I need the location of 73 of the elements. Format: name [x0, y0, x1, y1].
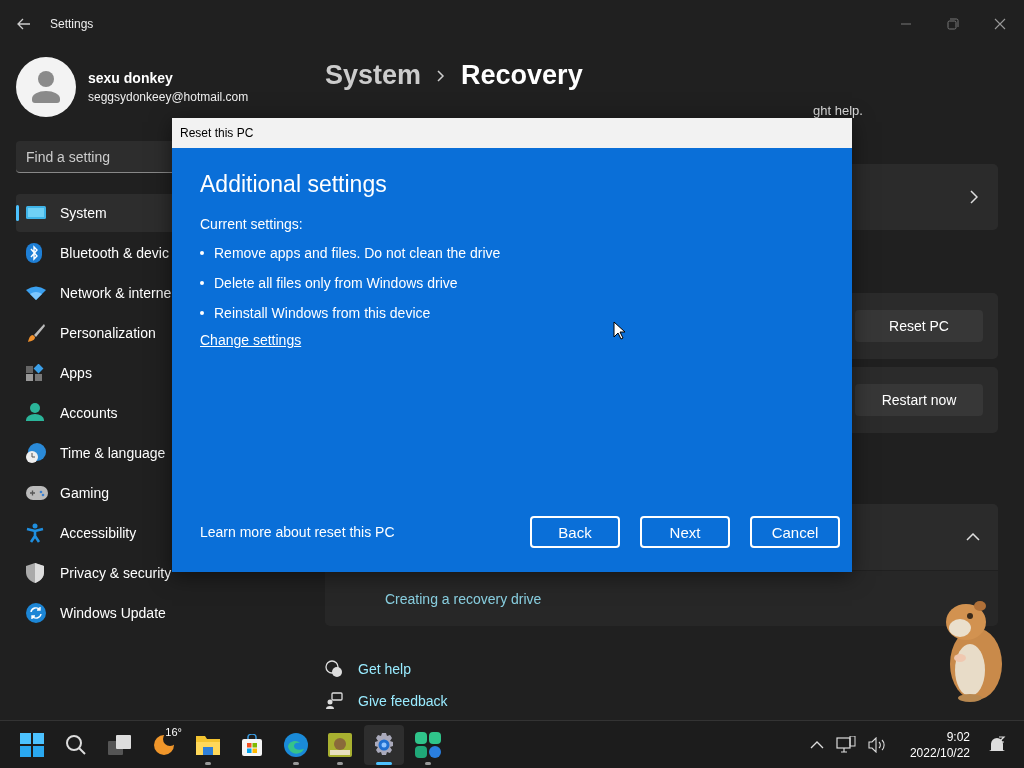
- taskbar-button[interactable]: 16°: [144, 724, 184, 765]
- chevron-right-icon: [970, 190, 978, 204]
- cursor-icon: [613, 321, 625, 340]
- windows-logo-icon: [20, 732, 44, 757]
- clock-time[interactable]: 9:02: [946, 728, 970, 745]
- wave-logo-icon: [284, 732, 308, 757]
- user-name: sexu donkey: [88, 70, 174, 86]
- card-button[interactable]: Reset PC: [855, 310, 983, 342]
- current-settings-label: Current settings:: [200, 216, 303, 232]
- running-indicator: [337, 761, 343, 765]
- wifi-icon: [26, 286, 46, 300]
- help-chat-icon: [325, 660, 343, 678]
- dialog-button[interactable]: Cancel: [750, 516, 840, 548]
- nav-item[interactable]: Time & language: [16, 434, 310, 472]
- clover-icon: [415, 731, 441, 758]
- task-view-icon: [108, 733, 132, 756]
- person-icon: [26, 403, 44, 423]
- chevron-up-icon[interactable]: [809, 740, 824, 749]
- maximize-icon[interactable]: [947, 18, 959, 30]
- network-monitor-icon[interactable]: [835, 735, 856, 754]
- globe-clock-icon: [26, 443, 46, 463]
- bullet-dot: [200, 281, 204, 285]
- page-description: ght help.: [813, 103, 863, 118]
- nav-item[interactable]: Accounts: [16, 394, 310, 432]
- volume-icon[interactable]: [867, 736, 888, 753]
- game-tile-icon: [328, 732, 352, 757]
- gamepad-icon: [26, 486, 48, 500]
- bullet-dot: [200, 251, 204, 255]
- dialog-title: Reset this PC: [180, 126, 254, 140]
- learn-more-link[interactable]: Learn more about reset this PC: [200, 524, 395, 540]
- nav-item[interactable]: Apps: [16, 354, 310, 392]
- feedback-icon: [325, 692, 343, 710]
- bluetooth-icon: [26, 243, 42, 263]
- recovery-drive-link[interactable]: Creating a recovery drive: [385, 590, 542, 607]
- setting-summary: Reinstall Windows from this device: [214, 305, 431, 321]
- settings-icon: [372, 732, 396, 757]
- running-indicator: [293, 761, 299, 765]
- setting-summary: Delete all files only from Windows drive: [214, 275, 458, 291]
- nav-item[interactable]: Gaming: [16, 474, 310, 512]
- chevron-right-icon: [437, 69, 446, 82]
- taskbar-button[interactable]: [364, 724, 404, 765]
- bullet-dot: [200, 311, 204, 315]
- running-indicator: [205, 761, 211, 765]
- running-indicator: [376, 761, 392, 765]
- dialog-button[interactable]: Back: [530, 516, 620, 548]
- folder-icon: [196, 733, 220, 756]
- clock-date[interactable]: 2022/10/22: [909, 744, 970, 761]
- store-bag-icon: [241, 733, 263, 756]
- dialog-button[interactable]: Next: [640, 516, 730, 548]
- setting-summary: Remove apps and files. Do not clean the drive: [214, 245, 501, 261]
- shield-icon: [26, 563, 44, 583]
- running-indicator: [425, 761, 431, 765]
- avatar-icon: [16, 57, 76, 117]
- temperature-label: 16°: [165, 725, 182, 738]
- window-title: Settings: [50, 17, 94, 31]
- close-icon[interactable]: [994, 18, 1006, 30]
- help-link[interactable]: Get help: [358, 661, 411, 677]
- monitor-icon: [26, 205, 46, 221]
- notification-bell-icon[interactable]: [988, 735, 1006, 754]
- nav-item[interactable]: Windows Update: [16, 594, 310, 632]
- accessibility-icon: [26, 523, 44, 543]
- nav-item[interactable]: Privacy & security: [16, 554, 310, 592]
- page-title: Recovery: [461, 60, 583, 91]
- breadcrumb-parent[interactable]: System: [325, 60, 422, 91]
- change-settings-link[interactable]: Change settings: [200, 332, 302, 348]
- brush-icon: [26, 323, 46, 343]
- card-button[interactable]: Restart now: [855, 384, 983, 416]
- search-icon: [65, 733, 87, 756]
- user-email: seggsydonkeey@hotmail.com: [88, 90, 249, 104]
- help-link[interactable]: Give feedback: [358, 693, 448, 709]
- back-arrow-icon[interactable]: [17, 18, 31, 30]
- apps-icon: [26, 364, 44, 382]
- update-icon: [26, 603, 46, 623]
